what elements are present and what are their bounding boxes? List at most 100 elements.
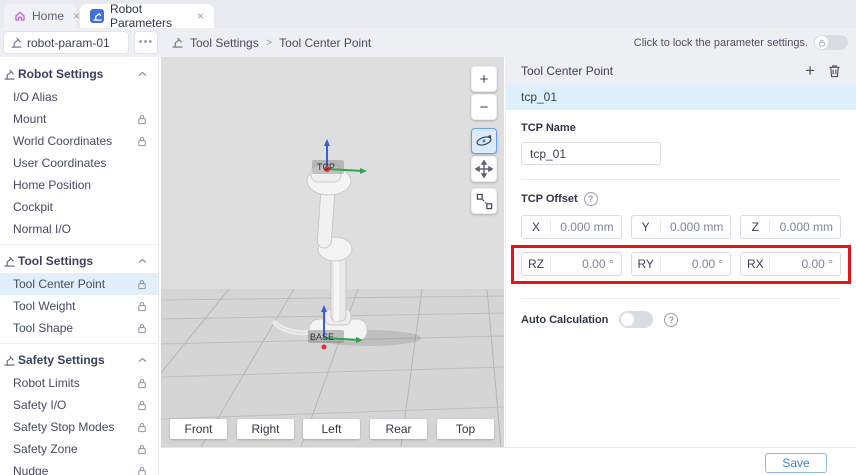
lock-icon (137, 114, 147, 125)
panel-title: Tool Center Point (521, 64, 792, 78)
chevron-up-icon (138, 357, 147, 363)
sidebar-item-user-coordinates[interactable]: User Coordinates (0, 152, 158, 174)
panel-header: Tool Center Point + (506, 57, 856, 84)
robot-arm-icon (4, 256, 15, 267)
save-button[interactable]: Save (765, 453, 827, 473)
svg-text:BASE: BASE (310, 332, 334, 342)
measure-points-button[interactable] (471, 188, 497, 214)
sidebar-item-tool-center-point[interactable]: Tool Center Point (0, 273, 158, 295)
offset-rz-field[interactable]: RZ 0.00 ° (521, 252, 622, 276)
robot-arm-icon (4, 355, 15, 366)
sidebar-item-robot-limits[interactable]: Robot Limits (0, 372, 158, 394)
view-front-button[interactable]: Front (170, 419, 227, 439)
param-name-field[interactable]: robot-param-01 (3, 31, 129, 54)
trash-icon (828, 64, 841, 78)
offset-ry-field[interactable]: RY 0.00 ° (631, 252, 732, 276)
sidebar-item-cockpit[interactable]: Cockpit (0, 196, 158, 218)
section-label: Robot Settings (18, 67, 135, 81)
chevron-up-icon (138, 71, 147, 77)
tcp-settings-panel: Tool Center Point + tcp_01 TCP Name tcp_… (505, 57, 856, 447)
zoom-in-button[interactable]: + (471, 66, 497, 92)
sidebar-item-safety-zone[interactable]: Safety Zone (0, 438, 158, 460)
toolbar: robot-param-01 ••• Tool Settings > Tool … (0, 28, 856, 57)
divider (0, 343, 158, 344)
footer-bar: Save (161, 447, 856, 475)
tcp-list-item-tcp01[interactable]: tcp_01 (506, 84, 856, 110)
rotation-highlight-annotation: RZ 0.00 ° RY 0.00 ° RX 0.00 ° (511, 245, 851, 284)
offset-rotation-row: RZ 0.00 ° RY 0.00 ° RX 0.00 ° (521, 252, 841, 276)
add-tcp-button[interactable]: + (805, 64, 815, 78)
breadcrumb: Tool Settings > Tool Center Point (172, 28, 371, 57)
tab-robot-parameters-close-icon[interactable]: × (197, 9, 204, 23)
lock-icon (137, 136, 147, 147)
offset-y-field[interactable]: Y 0.000 mm (631, 215, 732, 239)
view-rear-button[interactable]: Rear (370, 419, 427, 439)
sidebar-item-nudge[interactable]: Nudge (0, 460, 158, 475)
tcp-name-label: TCP Name (521, 122, 841, 134)
sidebar-item-safety-stop-modes[interactable]: Safety Stop Modes (0, 416, 158, 438)
more-options-button[interactable]: ••• (134, 31, 158, 54)
pan-button[interactable] (471, 156, 497, 182)
orbit-icon (475, 132, 493, 150)
pan-arrows-icon (475, 160, 493, 178)
sidebar-item-world-coordinates[interactable]: World Coordinates (0, 130, 158, 152)
delete-tcp-button[interactable] (828, 64, 841, 78)
tcp-name-input[interactable]: tcp_01 (521, 142, 661, 165)
sidebar-item-home-position[interactable]: Home Position (0, 174, 158, 196)
lock-hint-text: Click to lock the parameter settings. (634, 28, 808, 57)
sidebar-item-tool-shape[interactable]: Tool Shape (0, 317, 158, 339)
auto-calculation-label: Auto Calculation (521, 314, 608, 326)
lock-icon (137, 279, 147, 290)
offset-x-field[interactable]: X 0.000 mm (521, 215, 622, 239)
sidebar-section-safety-settings[interactable]: Safety Settings (0, 348, 158, 372)
parameter-lock-toggle[interactable] (814, 35, 848, 50)
section-label: Safety Settings (18, 353, 135, 367)
sidebar-item-mount[interactable]: Mount (0, 108, 158, 130)
lock-icon (137, 466, 147, 475)
divider (0, 244, 158, 245)
sidebar-section-tool-settings[interactable]: Tool Settings (0, 249, 158, 273)
tab-home-label: Home (32, 9, 64, 23)
tab-home[interactable]: Home × (4, 4, 76, 28)
robot-arm-icon (4, 69, 15, 80)
view-left-button[interactable]: Left (303, 419, 360, 439)
offset-z-field[interactable]: Z 0.000 mm (740, 215, 841, 239)
view-top-button[interactable]: Top (437, 419, 494, 439)
view-right-button[interactable]: Right (237, 419, 294, 439)
sidebar: Robot Settings I/O Alias Mount World Coo… (0, 57, 159, 475)
sidebar-item-normal-io[interactable]: Normal I/O (0, 218, 158, 240)
lock-toggle-knob (815, 36, 828, 49)
lock-icon (137, 323, 147, 334)
auto-calculation-row: Auto Calculation ? (521, 311, 841, 328)
breadcrumb-section[interactable]: Tool Settings (190, 36, 259, 50)
svg-text:TCP: TCP (317, 162, 335, 172)
offset-position-row: X 0.000 mm Y 0.000 mm Z 0.000 mm (521, 215, 841, 239)
tcp-offset-label: TCP Offset ? (521, 192, 841, 206)
auto-calculation-help-icon[interactable]: ? (664, 313, 678, 327)
tab-bar: Home × Robot Parameters × (0, 0, 856, 28)
auto-calculation-toggle[interactable] (619, 311, 653, 328)
lock-icon (137, 422, 147, 433)
chevron-up-icon (138, 258, 147, 264)
sidebar-item-safety-io[interactable]: Safety I/O (0, 394, 158, 416)
sidebar-section-robot-settings[interactable]: Robot Settings (0, 62, 158, 86)
robot-arm-icon (11, 37, 22, 48)
sidebar-item-tool-weight[interactable]: Tool Weight (0, 295, 158, 317)
divider (521, 179, 841, 180)
tcp-list-item-label: tcp_01 (521, 90, 557, 104)
orbit-rotate-button[interactable] (471, 128, 497, 154)
offset-rx-field[interactable]: RX 0.00 ° (740, 252, 841, 276)
breadcrumb-page: Tool Center Point (279, 36, 371, 50)
tab-robot-parameters[interactable]: Robot Parameters × (80, 4, 214, 28)
param-name-value: robot-param-01 (27, 36, 110, 50)
robot-3d-viewport[interactable]: TCP BASE + − Front Right Left Rear Top (161, 57, 504, 447)
measure-icon (476, 193, 493, 210)
tab-home-close-icon[interactable]: × (73, 9, 80, 23)
lock-icon (137, 378, 147, 389)
tab-robot-parameters-label: Robot Parameters (110, 2, 188, 30)
sidebar-item-io-alias[interactable]: I/O Alias (0, 86, 158, 108)
robot-parameters-icon (90, 9, 104, 23)
zoom-out-button[interactable]: − (471, 94, 497, 120)
tcp-offset-help-icon[interactable]: ? (584, 192, 598, 206)
section-label: Tool Settings (18, 254, 135, 268)
